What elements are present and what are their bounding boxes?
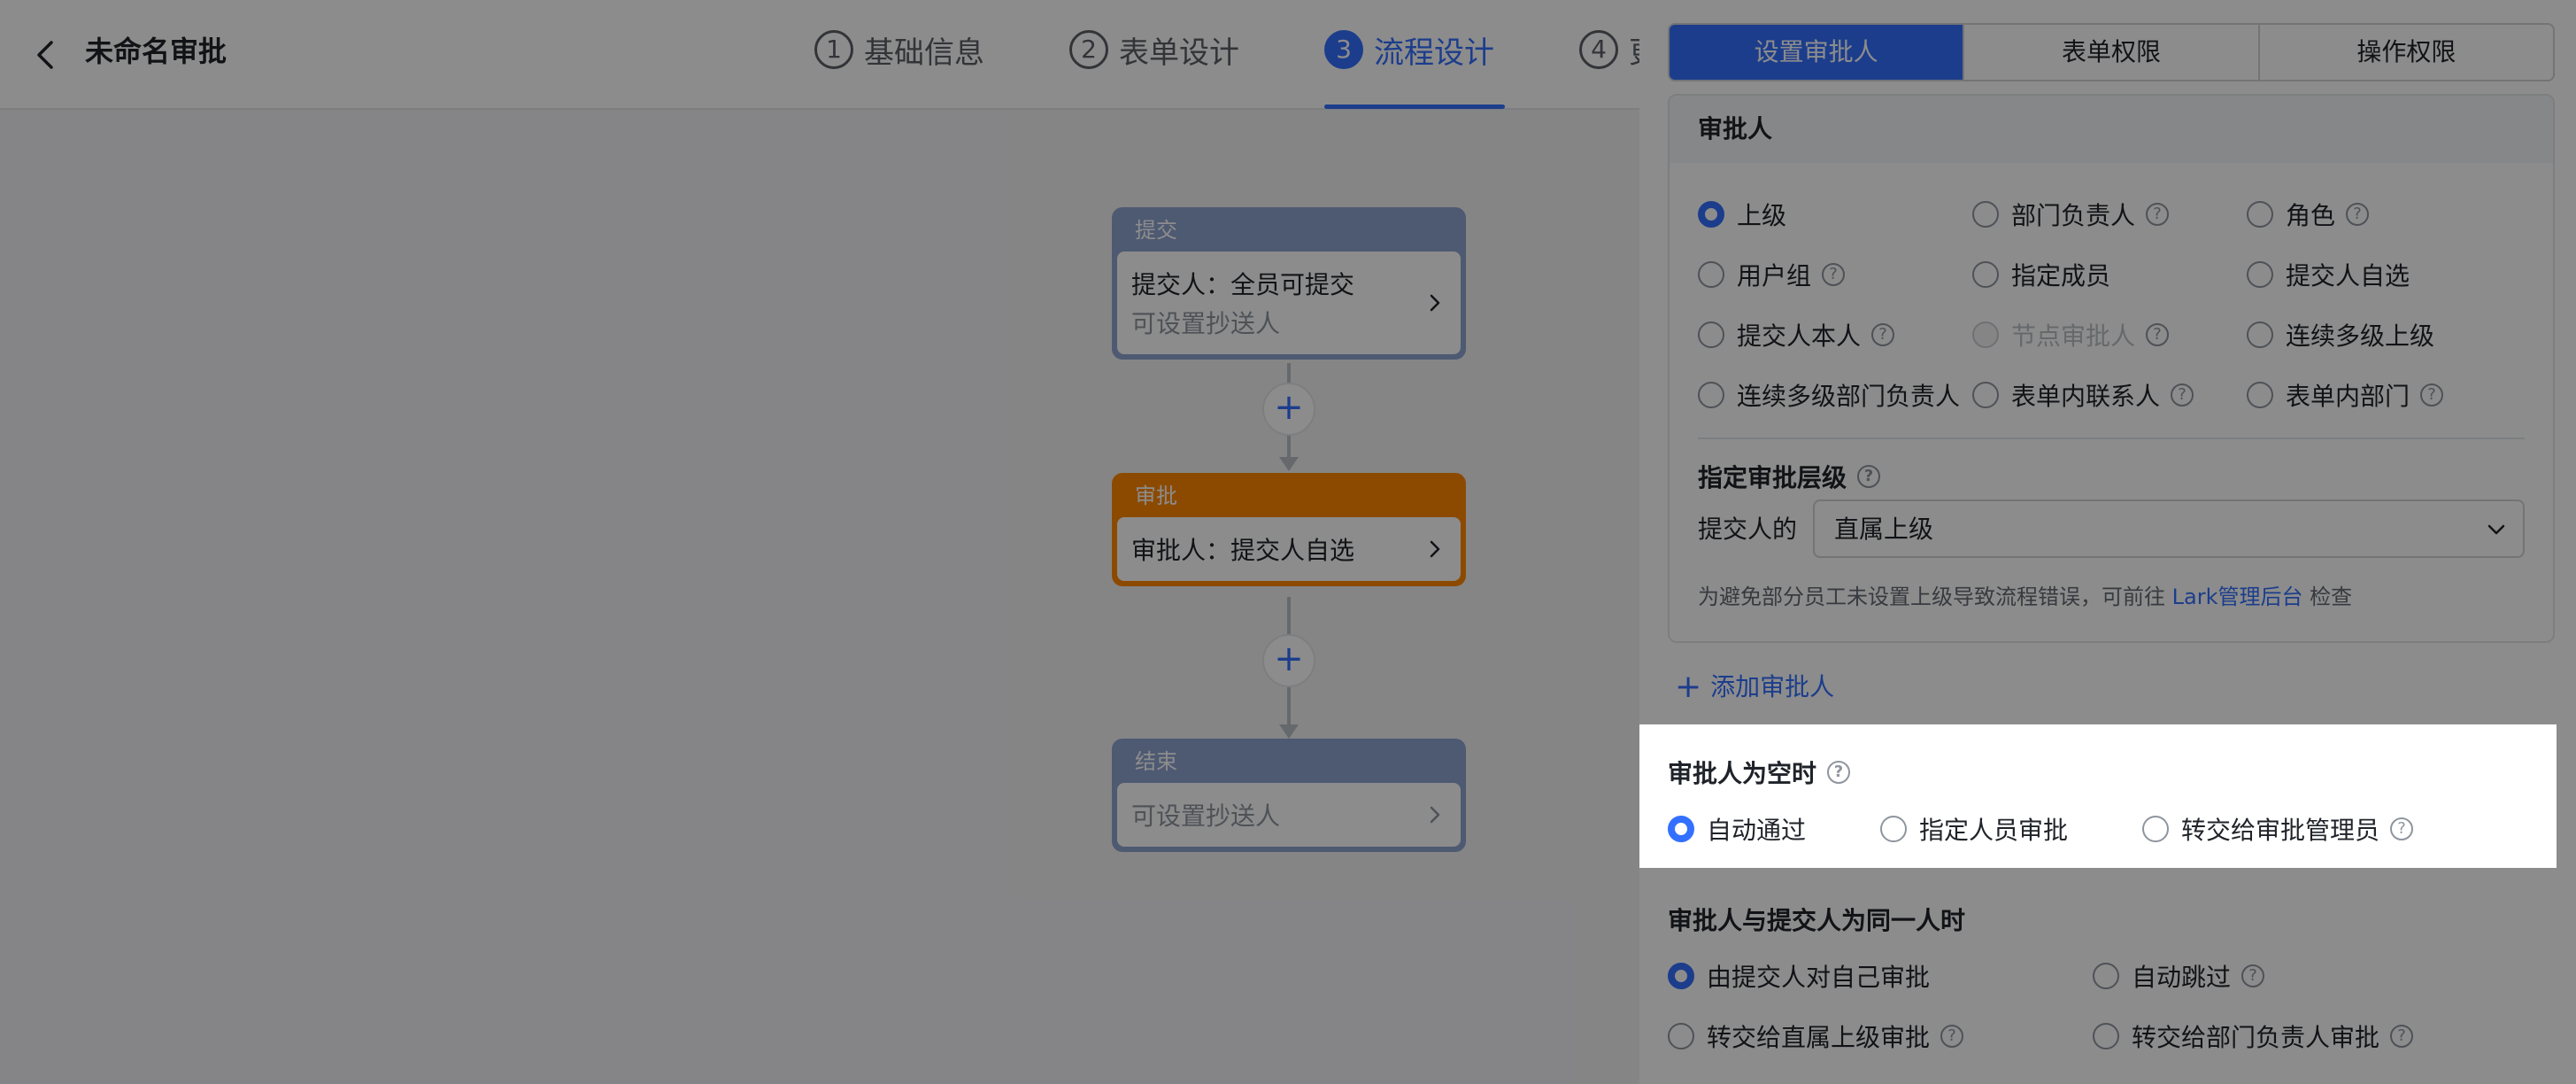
select-value: 直属上级: [1834, 515, 1934, 544]
help-icon[interactable]: ?: [1822, 263, 1846, 286]
option-dept-head[interactable]: 部门负责人 ?: [1972, 195, 2170, 234]
option-label: 节点审批人: [2011, 321, 2136, 351]
option-label: 转交给部门负责人审批: [2132, 1023, 2380, 1052]
option-transfer-superior[interactable]: 转交给直属上级审批 ?: [1668, 1017, 1964, 1056]
option-superior[interactable]: 上级: [1698, 195, 1786, 234]
option-label: 上级: [1737, 201, 1787, 230]
divider: [1698, 437, 2525, 439]
option-label: 由提交人对自己审批: [1707, 963, 1931, 992]
option-label: 表单内联系人: [2011, 382, 2161, 411]
option-label: 指定人员审批: [1919, 816, 2069, 845]
help-icon[interactable]: ?: [2390, 1025, 2414, 1048]
option-node-approver: 节点审批人 ?: [1972, 315, 2170, 354]
help-icon[interactable]: ?: [1827, 761, 1851, 784]
add-approver-button[interactable]: + 添加审批人: [1675, 668, 1834, 707]
option-transfer-admin[interactable]: 转交给审批管理员 ?: [2142, 809, 2414, 848]
help-icon[interactable]: ?: [2390, 817, 2414, 840]
option-auto-skip[interactable]: 自动跳过 ?: [2093, 956, 2265, 995]
radio[interactable]: [1698, 261, 1724, 288]
radio[interactable]: [1668, 1023, 1694, 1049]
hint-suffix: 检查: [2302, 585, 2353, 609]
radio[interactable]: [2093, 963, 2119, 989]
option-label: 指定成员: [2011, 261, 2111, 290]
option-multilevel-superior[interactable]: 连续多级上级: [2247, 315, 2434, 354]
lark-admin-link[interactable]: Lark管理后台: [2172, 585, 2303, 609]
plus-icon: +: [1675, 669, 1702, 705]
radio-checked[interactable]: [1668, 816, 1694, 842]
help-icon[interactable]: ?: [2241, 964, 2265, 987]
help-icon[interactable]: ?: [1940, 1025, 1964, 1048]
section-title: 审批人与提交人为同一人时: [1668, 906, 1966, 935]
radio-checked[interactable]: [1668, 963, 1694, 989]
radio[interactable]: [2247, 201, 2273, 228]
chevron-down-icon: [2487, 524, 2505, 535]
radio[interactable]: [2142, 816, 2169, 842]
tab-operation-permission[interactable]: 操作权限: [2257, 25, 2553, 80]
radio[interactable]: [1880, 816, 1907, 842]
radio-disabled: [1972, 321, 1999, 348]
help-icon[interactable]: ?: [2420, 383, 2444, 406]
hint-message: 为避免部分员工未设置上级导致流程错误，可前往: [1698, 585, 2172, 609]
approval-node-settings-panel: 设置审批人 表单权限 操作权限 审批人 上级 部门负责人 ? 角色 ? 用户组 …: [1639, 0, 2576, 1084]
hint-text: 为避免部分员工未设置上级导致流程错误，可前往 Lark管理后台 检查: [1698, 581, 2352, 613]
radio[interactable]: [2247, 382, 2273, 408]
radio[interactable]: [1972, 201, 1999, 228]
option-label: 转交给审批管理员: [2181, 816, 2380, 845]
help-icon[interactable]: ?: [1871, 323, 1895, 346]
option-self-approve[interactable]: 由提交人对自己审批: [1668, 956, 1930, 995]
option-specified-person[interactable]: 指定人员审批: [1880, 809, 2068, 848]
radio-checked[interactable]: [1698, 201, 1724, 228]
option-role[interactable]: 角色 ?: [2247, 195, 2370, 234]
radio[interactable]: [1972, 261, 1999, 288]
option-label: 自动跳过: [2132, 963, 2232, 992]
option-label: 转交给直属上级审批: [1707, 1023, 1931, 1052]
option-label: 角色: [2286, 201, 2336, 230]
radio[interactable]: [2247, 261, 2273, 288]
help-icon[interactable]: ?: [2346, 203, 2370, 226]
option-user-group[interactable]: 用户组 ?: [1698, 255, 1846, 294]
tab-form-permission[interactable]: 表单权限: [1963, 25, 2258, 80]
option-label: 表单内部门: [2286, 382, 2410, 411]
level-prefix-label: 提交人的: [1698, 515, 1798, 544]
help-icon[interactable]: ?: [2146, 323, 2170, 346]
empty-approver-title: 审批人为空时 ?: [1668, 755, 1851, 790]
approval-level-label: 指定审批层级 ?: [1698, 459, 1881, 494]
tab-set-approver[interactable]: 设置审批人: [1670, 25, 1963, 80]
same-person-title: 审批人与提交人为同一人时: [1668, 902, 1965, 937]
option-label: 连续多级部门负责人: [1737, 382, 1961, 411]
approver-card: 审批人 上级 部门负责人 ? 角色 ? 用户组 ? 指定成员 提交人自选 提交人…: [1668, 94, 2555, 643]
option-label: 用户组: [1737, 261, 1812, 290]
option-form-contact[interactable]: 表单内联系人 ?: [1972, 376, 2194, 414]
radio[interactable]: [1972, 382, 1999, 408]
panel-tabs: 设置审批人 表单权限 操作权限: [1668, 23, 2555, 81]
option-label: 提交人自选: [2286, 261, 2410, 290]
option-specified-member[interactable]: 指定成员: [1972, 255, 2110, 294]
option-label: 连续多级上级: [2286, 321, 2435, 351]
help-icon[interactable]: ?: [2146, 203, 2170, 226]
option-auto-pass[interactable]: 自动通过: [1668, 809, 1806, 848]
option-submitter-self[interactable]: 提交人本人 ?: [1698, 315, 1895, 354]
approver-card-title: 审批人: [1670, 96, 2553, 163]
radio[interactable]: [1698, 382, 1724, 408]
add-approver-label: 添加审批人: [1710, 672, 1835, 701]
approval-level-select[interactable]: 直属上级: [1813, 499, 2525, 558]
option-label: 提交人本人: [1737, 321, 1862, 351]
radio[interactable]: [1698, 321, 1724, 348]
section-title: 审批人为空时: [1668, 759, 1817, 788]
option-form-department[interactable]: 表单内部门 ?: [2247, 376, 2444, 414]
option-label: 自动通过: [1707, 816, 1807, 845]
option-multilevel-dept-head[interactable]: 连续多级部门负责人: [1698, 376, 1960, 414]
help-icon[interactable]: ?: [1857, 465, 1881, 488]
approval-level-title: 指定审批层级: [1698, 463, 1847, 492]
option-submitter-choose[interactable]: 提交人自选: [2247, 255, 2410, 294]
radio[interactable]: [2093, 1023, 2119, 1049]
radio[interactable]: [2247, 321, 2273, 348]
option-transfer-dept-head[interactable]: 转交给部门负责人审批 ?: [2093, 1017, 2414, 1056]
help-icon[interactable]: ?: [2171, 383, 2194, 406]
option-label: 部门负责人: [2011, 201, 2136, 230]
